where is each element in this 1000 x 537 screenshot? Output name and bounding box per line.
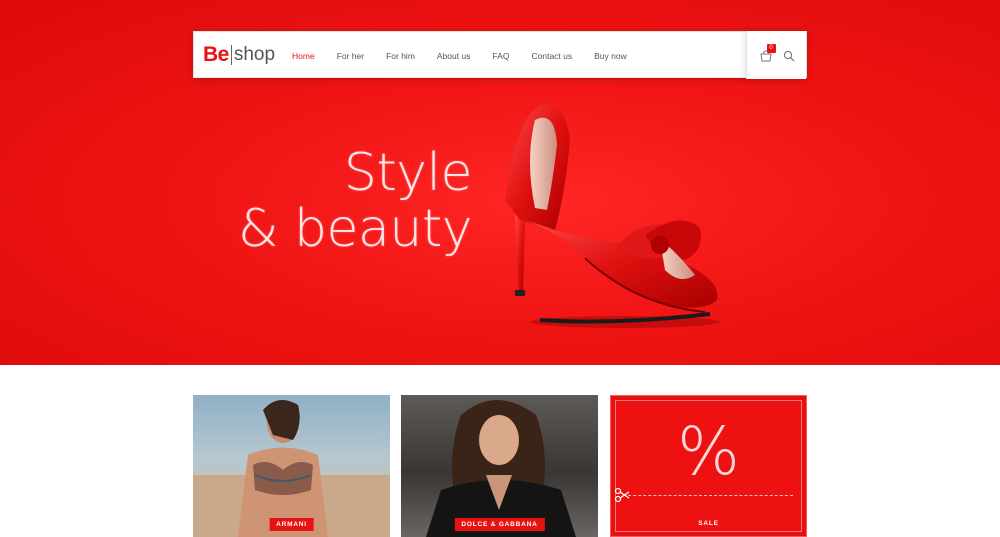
search-button[interactable] bbox=[783, 49, 795, 62]
nav-home[interactable]: Home bbox=[292, 51, 315, 61]
logo-be: Be bbox=[203, 43, 229, 66]
main-nav: Home For her For him About us FAQ Contac… bbox=[292, 32, 649, 79]
tile-sale[interactable]: % SALE bbox=[610, 395, 807, 537]
nav-for-him[interactable]: For him bbox=[386, 51, 415, 61]
hero-line-beauty: & beauty bbox=[237, 199, 473, 259]
tile-dolce-gabbana[interactable]: DOLCE & GABBANA bbox=[401, 395, 598, 537]
logo-divider bbox=[230, 45, 232, 65]
nav-buy-now[interactable]: Buy now bbox=[594, 51, 627, 61]
hero-headline: Style & beauty bbox=[232, 143, 473, 259]
tile-armani[interactable]: ARMANI bbox=[193, 395, 390, 537]
nav-faq[interactable]: FAQ bbox=[492, 51, 509, 61]
logo-shop: shop bbox=[233, 44, 276, 65]
nav-tools: 0 bbox=[746, 31, 806, 79]
search-icon bbox=[783, 50, 794, 62]
nav-contact-us[interactable]: Contact us bbox=[531, 51, 572, 61]
sale-percent-symbol: % bbox=[677, 413, 740, 490]
red-high-heel-shoe-image bbox=[505, 104, 720, 328]
hero-line-style: Style bbox=[343, 143, 473, 203]
site-logo[interactable]: Be shop bbox=[203, 43, 275, 67]
cart-count-badge: 0 bbox=[766, 44, 776, 53]
tile-label-armani[interactable]: ARMANI bbox=[269, 518, 314, 531]
dolce-gabbana-model-photo bbox=[426, 400, 576, 537]
nav-about-us[interactable]: About us bbox=[437, 51, 471, 61]
category-tiles: ARMANI DOLCE & GABBANA % SALE bbox=[193, 395, 807, 537]
tile-label-dolce-gabbana[interactable]: DOLCE & GABBANA bbox=[454, 518, 545, 531]
cart-button[interactable]: 0 bbox=[759, 44, 776, 62]
scissors-icon bbox=[614, 487, 630, 503]
cut-line bbox=[623, 495, 793, 496]
top-navbar: Be shop Home For her For him About us FA… bbox=[193, 31, 807, 79]
hero-banner: Be shop Home For her For him About us FA… bbox=[0, 0, 1000, 365]
tile-label-sale[interactable]: SALE bbox=[691, 517, 726, 530]
armani-model-photo bbox=[193, 400, 390, 537]
nav-for-her[interactable]: For her bbox=[337, 51, 364, 61]
